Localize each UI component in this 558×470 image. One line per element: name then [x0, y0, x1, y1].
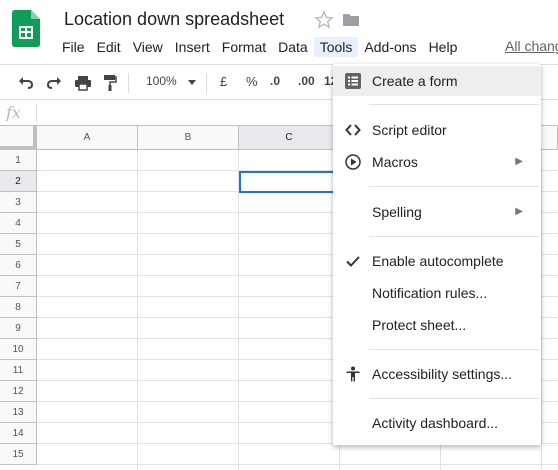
menu-file[interactable]: File [56, 37, 91, 57]
menu-edit[interactable]: Edit [91, 37, 127, 57]
document-title[interactable]: Location down spreadsheet [64, 9, 284, 30]
check-icon [346, 256, 360, 267]
menu-item-label: Spelling [372, 204, 422, 220]
menu-help[interactable]: Help [423, 37, 464, 57]
row-header-3[interactable]: 3 [0, 192, 37, 213]
row-header-11[interactable]: 11 [0, 360, 37, 381]
column-header-a[interactable]: A [37, 126, 138, 150]
paint-format-icon[interactable] [103, 74, 117, 92]
menu-view[interactable]: View [127, 37, 169, 57]
row-header-13[interactable]: 13 [0, 402, 37, 423]
row-header-14[interactable]: 14 [0, 423, 37, 444]
percent-format-button[interactable]: % [246, 74, 258, 89]
menubar: File Edit View Insert Format Data Tools … [56, 36, 463, 58]
row-header-10[interactable]: 10 [0, 339, 37, 360]
row-header-5[interactable]: 5 [0, 234, 37, 255]
menu-data[interactable]: Data [272, 37, 314, 57]
code-icon [345, 124, 361, 136]
row-header-4[interactable]: 4 [0, 213, 37, 234]
chevron-down-icon[interactable] [188, 80, 196, 85]
active-cell-c2[interactable] [239, 171, 341, 193]
submenu-arrow-icon: ▶ [515, 156, 523, 167]
row-header-9[interactable]: 9 [0, 318, 37, 339]
menu-item-spelling[interactable]: Spelling ▶ [333, 197, 541, 227]
print-icon[interactable] [74, 75, 92, 91]
zoom-select[interactable]: 100% [146, 74, 177, 88]
row-header-8[interactable]: 8 [0, 297, 37, 318]
column-header-b[interactable]: B [138, 126, 239, 150]
menu-item-create-a-form[interactable]: Create a form [333, 66, 541, 96]
column-header-c[interactable]: C [239, 126, 340, 150]
row-header-1[interactable]: 1 [0, 150, 37, 171]
row-header-6[interactable]: 6 [0, 255, 37, 276]
select-all-corner[interactable] [0, 126, 37, 150]
google-sheets-logo[interactable] [12, 10, 40, 47]
play-circle-icon [345, 154, 361, 170]
currency-format-button[interactable]: £ [220, 74, 227, 89]
row-header-15[interactable]: 15 [0, 444, 37, 465]
menu-item-label: Script editor [372, 122, 447, 138]
menu-tools[interactable]: Tools [313, 37, 359, 57]
menu-item-enable-autocomplete[interactable]: Enable autocomplete [333, 246, 541, 276]
row-header-12[interactable]: 12 [0, 381, 37, 402]
last-edit-link[interactable]: All chang [505, 38, 558, 54]
menu-insert[interactable]: Insert [169, 37, 216, 57]
star-outline-icon[interactable] [314, 10, 334, 30]
submenu-arrow-icon: ▶ [515, 206, 523, 217]
menu-format[interactable]: Format [216, 37, 272, 57]
menu-item-label: Activity dashboard... [372, 415, 499, 431]
decrease-decimal-button[interactable]: .0 [270, 74, 280, 88]
tools-menu: Create a form Script editor Macros ▶ Spe… [333, 64, 541, 445]
menu-item-label: Macros [372, 154, 418, 170]
fx-icon: fx [6, 103, 21, 122]
menu-item-script-editor[interactable]: Script editor [333, 115, 541, 145]
menu-item-accessibility-settings[interactable]: Accessibility settings... [333, 359, 541, 389]
form-icon [345, 73, 361, 89]
folder-icon[interactable] [341, 10, 361, 30]
menu-item-protect-sheet[interactable]: Protect sheet... [333, 310, 541, 340]
accessibility-icon [346, 366, 360, 382]
menu-add-ons[interactable]: Add-ons [358, 37, 422, 57]
menu-item-label: Protect sheet... [372, 317, 467, 333]
menu-item-label: Accessibility settings... [372, 366, 513, 382]
menu-item-macros[interactable]: Macros ▶ [333, 147, 541, 177]
redo-icon[interactable] [46, 75, 62, 91]
menu-item-label: Enable autocomplete [372, 253, 504, 269]
row-header-7[interactable]: 7 [0, 276, 37, 297]
menu-item-activity-dashboard[interactable]: Activity dashboard... [333, 408, 541, 438]
menu-item-label: Create a form [372, 73, 458, 89]
menu-item-notification-rules[interactable]: Notification rules... [333, 278, 541, 308]
increase-decimal-button[interactable]: .00 [298, 74, 315, 88]
undo-icon[interactable] [18, 75, 34, 91]
row-header-2[interactable]: 2 [0, 171, 37, 192]
menu-item-label: Notification rules... [372, 285, 488, 301]
